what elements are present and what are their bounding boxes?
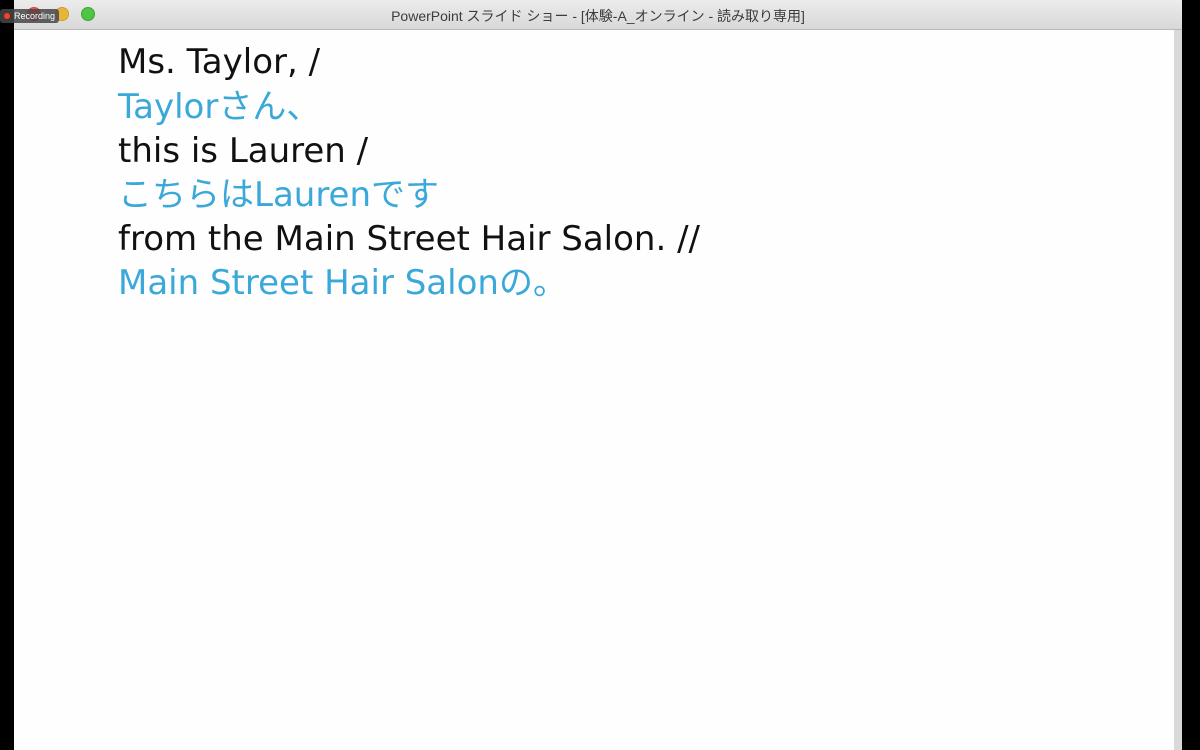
recording-label: Recording <box>14 11 56 21</box>
title-bar[interactable]: PowerPoint スライド ショー - [体験-A_オンライン - 読み取り… <box>14 0 1182 30</box>
slide-canvas[interactable]: Ms. Taylor, / Taylorさん、 this is Lauren /… <box>14 30 1174 750</box>
slide-line-english-2: this is Lauren / <box>118 131 369 171</box>
window-title: PowerPoint スライド ショー - [体験-A_オンライン - 読み取り… <box>391 8 805 24</box>
slide-line-english-3: from the Main Street Hair Salon. // <box>118 219 701 259</box>
slide-line-japanese-3: Main Street Hair Salonの。 <box>118 263 567 303</box>
recording-dot-icon <box>4 13 10 19</box>
slideshow-window: PowerPoint スライド ショー - [体験-A_オンライン - 読み取り… <box>14 0 1182 750</box>
window-right-edge <box>1174 30 1182 750</box>
slide-line-japanese-1: Taylorさん、 <box>118 87 321 127</box>
slide-line-english-1: Ms. Taylor, / <box>118 42 321 82</box>
slide-line-japanese-2: こちらはLaurenです <box>118 175 440 215</box>
recording-indicator: Recording <box>0 9 60 23</box>
